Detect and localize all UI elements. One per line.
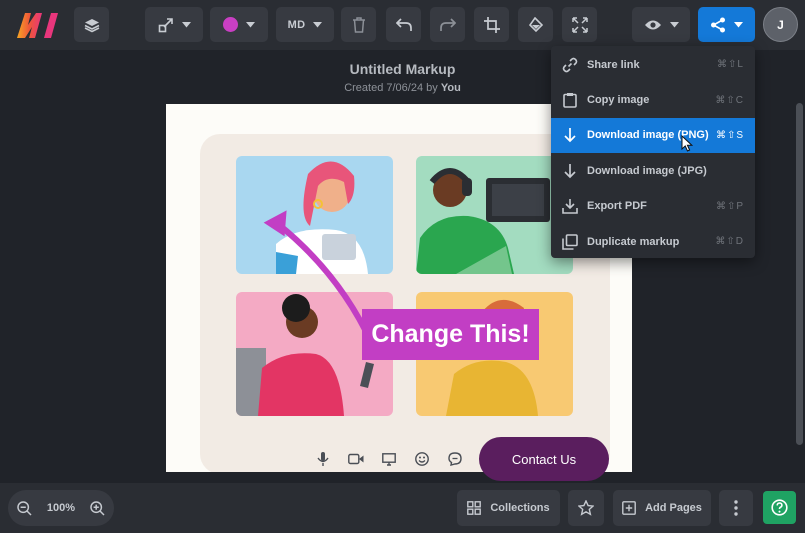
visibility-button[interactable] — [632, 7, 690, 42]
zoom-control: 100% — [8, 490, 114, 526]
user-avatar[interactable]: J — [763, 7, 798, 42]
mouse-cursor-icon — [681, 135, 693, 152]
more-options-button[interactable] — [719, 490, 753, 526]
monitor-icon — [376, 448, 402, 470]
undo-icon — [395, 17, 412, 31]
top-toolbar: MD J — [0, 0, 805, 50]
menu-item-shortcut: ⌘⇧S — [715, 129, 744, 141]
redo-icon — [439, 17, 456, 31]
favorite-button[interactable] — [568, 490, 604, 526]
menu-item-shortcut: ⌘⇧L — [717, 59, 744, 71]
share-button[interactable] — [698, 7, 755, 42]
menu-item-label: Duplicate markup — [587, 235, 680, 248]
crop-icon — [483, 16, 500, 33]
menu-item-label: Download image (JPG) — [587, 164, 707, 177]
grid-icon — [467, 501, 482, 515]
size-label: MD — [287, 18, 306, 31]
menu-item-download-jpg[interactable]: Download image (JPG) — [551, 153, 755, 188]
contact-us-button: Contact Us — [479, 437, 609, 481]
menu-item-shortcut: ⌘⇧P — [715, 200, 744, 212]
menu-item-shortcut: ⌘⇧C — [715, 94, 744, 106]
menu-item-label: Share link — [587, 58, 640, 71]
layers-icon — [84, 18, 99, 32]
created-by: You — [440, 82, 461, 94]
chevron-down-icon — [181, 21, 191, 27]
download-icon — [561, 162, 579, 180]
arrow-tool-button[interactable] — [145, 7, 203, 42]
delete-button[interactable] — [341, 7, 376, 42]
annotation-arrow[interactable] — [200, 134, 610, 472]
more-vertical-icon — [734, 500, 738, 516]
chevron-down-icon — [246, 21, 255, 27]
menu-item-label: Export PDF — [587, 200, 647, 213]
chevron-down-icon — [734, 21, 743, 27]
chevron-down-icon — [313, 21, 323, 27]
canvas-scrollbar[interactable] — [796, 103, 803, 445]
menu-item-export-pdf[interactable]: Export PDF ⌘⇧P — [551, 189, 755, 224]
size-selector-button[interactable]: MD — [276, 7, 334, 42]
export-icon — [561, 197, 579, 215]
share-menu: Share link ⌘⇧L Copy image ⌘⇧C Download i… — [551, 46, 755, 258]
share-icon — [711, 17, 725, 32]
resize-icon — [571, 16, 588, 33]
add-pages-button[interactable]: Add Pages — [613, 490, 711, 526]
menu-item-share-link[interactable]: Share link ⌘⇧L — [551, 47, 755, 82]
illustration-card — [200, 134, 610, 472]
artwork-icon-row — [310, 448, 468, 472]
menu-item-download-png[interactable]: Download image (PNG) ⌘⇧S — [551, 117, 755, 154]
video-camera-icon — [343, 448, 369, 470]
zoom-level[interactable]: 100% — [47, 502, 75, 514]
help-icon — [771, 499, 788, 516]
link-icon — [561, 56, 579, 74]
zoom-in-icon[interactable] — [90, 500, 105, 516]
duplicate-icon — [561, 233, 579, 251]
star-icon — [578, 500, 594, 516]
markup-app: MD J Untitled Markup Created 7/06/24 by … — [0, 0, 805, 533]
microphone-icon — [310, 448, 336, 470]
paint-bucket-icon — [528, 16, 543, 32]
download-icon — [561, 126, 579, 144]
smiley-icon — [409, 448, 435, 470]
callout-text-annotation[interactable]: Change This! — [362, 309, 539, 360]
eye-icon — [644, 20, 661, 29]
menu-item-label: Copy image — [587, 94, 650, 107]
app-logo[interactable] — [14, 9, 60, 41]
redo-button[interactable] — [430, 7, 465, 42]
plus-square-icon — [622, 501, 636, 515]
layers-button[interactable] — [74, 7, 109, 42]
collections-label: Collections — [490, 502, 550, 514]
menu-item-duplicate-markup[interactable]: Duplicate markup ⌘⇧D — [551, 224, 755, 259]
crop-button[interactable] — [474, 7, 509, 42]
collections-button[interactable]: Collections — [457, 490, 560, 526]
trash-icon — [352, 16, 365, 33]
undo-button[interactable] — [386, 7, 421, 42]
menu-item-copy-image[interactable]: Copy image ⌘⇧C — [551, 82, 755, 117]
chevron-down-icon — [669, 21, 679, 27]
clipboard-icon — [561, 91, 579, 109]
bottom-toolbar: 100% Collections Add Pages — [0, 483, 805, 533]
color-swatch — [223, 17, 238, 32]
add-pages-label: Add Pages — [645, 502, 702, 514]
menu-item-shortcut: ⌘⇧D — [715, 236, 744, 248]
zoom-out-icon[interactable] — [17, 500, 32, 516]
help-button[interactable] — [763, 491, 796, 524]
fill-button[interactable] — [518, 7, 553, 42]
chat-bubble-icon — [442, 448, 468, 470]
color-picker-button[interactable] — [210, 7, 268, 42]
arrow-tool-icon — [158, 17, 173, 32]
resize-button[interactable] — [562, 7, 597, 42]
created-prefix: Created 7/06/24 by — [344, 82, 438, 94]
